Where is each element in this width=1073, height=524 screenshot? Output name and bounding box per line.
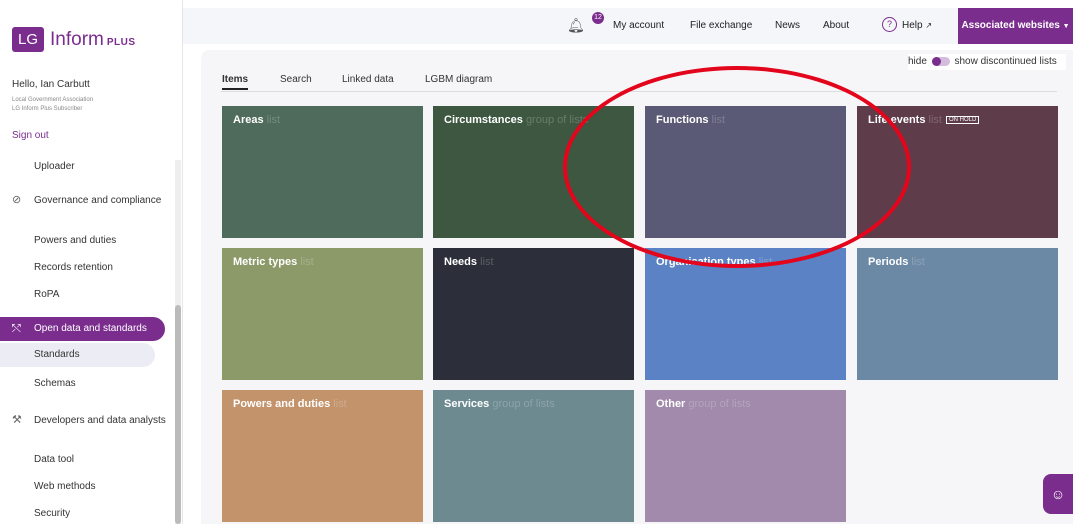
sidebar-item-schemas[interactable]: Schemas xyxy=(0,377,170,390)
about-link[interactable]: About xyxy=(823,20,849,31)
sidebar-scroll-thumb[interactable] xyxy=(175,305,181,524)
tile-services[interactable]: Services group of lists xyxy=(433,390,634,522)
tile-subtitle: list xyxy=(266,114,281,126)
sidebar: LG Inform PLUS Hello, Ian Carbutt Local G… xyxy=(0,0,183,524)
tab-search[interactable]: Search xyxy=(280,74,312,85)
toggle-switch[interactable] xyxy=(931,56,950,66)
tile-needs[interactable]: Needs list xyxy=(433,248,634,380)
tile-title-text: Periods xyxy=(868,256,909,268)
sidebar-item-records-retention[interactable]: Records retention xyxy=(0,261,170,274)
help-icon[interactable]: ? xyxy=(882,17,897,32)
tile-title: Circumstances group of lists xyxy=(444,114,588,126)
subscription: LG Inform Plus Subscriber xyxy=(12,106,83,112)
my-account-link[interactable]: My account xyxy=(613,20,664,31)
sign-out-link[interactable]: Sign out xyxy=(12,130,49,141)
file-exchange-link[interactable]: File exchange xyxy=(690,20,752,31)
notification-badge: 12 xyxy=(592,12,604,24)
red-annotation-ellipse xyxy=(563,66,911,268)
sidebar-item-security[interactable]: Security xyxy=(0,507,170,520)
tile-title-text: Services xyxy=(444,398,490,410)
sidebar-item-label: Uploader xyxy=(34,161,75,172)
tile-subtitle: list xyxy=(300,256,314,268)
check-circle-icon: ⊘ xyxy=(12,194,22,206)
help-label: Help xyxy=(902,20,923,31)
tile-title: Needs list xyxy=(444,256,494,268)
tile-title: Periods list xyxy=(868,256,925,268)
logo[interactable]: LG Inform PLUS xyxy=(12,27,136,52)
on-hold-badge: ON HOLD xyxy=(945,116,980,124)
tile-title-text: Areas xyxy=(233,114,264,126)
logo-plus: PLUS xyxy=(106,36,136,48)
tile-powers-and-duties[interactable]: Powers and duties list xyxy=(222,390,423,522)
logo-text: Inform PLUS xyxy=(50,29,136,51)
sidebar-item-governance[interactable]: ⊘ Governance and compliance xyxy=(0,194,170,207)
sidebar-item-label: Standards xyxy=(34,349,80,360)
tile-title: Services group of lists xyxy=(444,398,555,410)
sidebar-item-powers-and-duties[interactable]: Powers and duties xyxy=(0,234,170,247)
sidebar-item-label: Security xyxy=(34,508,71,519)
user-org: Local Government Association LG Inform P… xyxy=(12,96,93,114)
org-name: Local Government Association xyxy=(12,97,94,103)
tile-metric-types[interactable]: Metric types list xyxy=(222,248,423,380)
associated-websites-button[interactable]: Associated websites ▼ xyxy=(958,8,1073,44)
tile-title: Metric types list xyxy=(233,256,314,268)
sidebar-item-uploader[interactable]: Uploader xyxy=(0,160,170,173)
sidebar-item-label: Powers and duties xyxy=(34,235,117,246)
chat-button[interactable]: ☺ xyxy=(1043,474,1073,514)
tile-title-text: Powers and duties xyxy=(233,398,331,410)
tab-lgbm-diagram[interactable]: LGBM diagram xyxy=(425,74,492,85)
tile-title: Other group of lists xyxy=(656,398,751,410)
tile-subtitle: list xyxy=(911,256,925,268)
logo-box: LG xyxy=(12,27,45,52)
sidebar-item-label: Schemas xyxy=(34,378,76,389)
greeting: Hello, Ian Carbutt xyxy=(12,79,90,90)
sidebar-item-ropa[interactable]: RoPA xyxy=(0,288,170,301)
tile-subtitle: group of lists xyxy=(492,398,555,410)
tile-title: Areas list xyxy=(233,114,280,126)
tile-subtitle: group of lists xyxy=(688,398,751,410)
sidebar-item-label: Governance and compliance xyxy=(34,195,162,206)
tile-other[interactable]: Other group of lists xyxy=(645,390,846,522)
tile-subtitle: list xyxy=(480,256,494,268)
tile-subtitle: list xyxy=(928,114,942,126)
sidebar-item-developers[interactable]: ⚒ Developers and data analysts xyxy=(0,414,170,427)
sidebar-item-label: Records retention xyxy=(34,262,113,273)
chevron-down-icon: ▼ xyxy=(1062,23,1070,30)
tile-title-text: Metric types xyxy=(233,256,298,268)
associated-websites-label: Associated websites xyxy=(961,20,1060,31)
tile-title-text: Circumstances xyxy=(444,114,523,126)
discontinued-toggle[interactable]: hide show discontinued lists xyxy=(908,54,1066,70)
sidebar-item-label: Data tool xyxy=(34,454,75,465)
tile-title-text: Other xyxy=(656,398,686,410)
tile-title: Powers and duties list xyxy=(233,398,347,410)
tile-title-text: Needs xyxy=(444,256,478,268)
sidebar-item-label: RoPA xyxy=(34,289,60,300)
show-discontinued-label: show discontinued lists xyxy=(954,56,1057,67)
tile-periods[interactable]: Periods list xyxy=(857,248,1058,380)
sidebar-item-standards[interactable]: Standards xyxy=(0,343,155,367)
logo-text-main: Inform xyxy=(50,28,104,50)
sidebar-item-label: Web methods xyxy=(34,481,96,492)
tile-subtitle: list xyxy=(333,398,347,410)
tools-icon: ⚒ xyxy=(12,414,22,426)
sidebar-item-web-methods[interactable]: Web methods xyxy=(0,480,170,493)
tile-areas[interactable]: Areas list xyxy=(222,106,423,238)
sidebar-item-label: Open data and standards xyxy=(34,323,147,334)
tab-items[interactable]: Items xyxy=(222,74,249,90)
sidebar-item-label: Developers and data analysts xyxy=(34,415,166,426)
tab-linked-data[interactable]: Linked data xyxy=(342,74,394,85)
network-icon: ⤲ xyxy=(12,323,21,335)
chat-icon: ☺ xyxy=(1050,486,1066,502)
news-link[interactable]: News xyxy=(775,20,800,31)
sidebar-item-data-tool[interactable]: Data tool xyxy=(0,453,170,466)
hide-label: hide xyxy=(908,56,927,67)
bell-icon[interactable]: 🔔︎ xyxy=(567,17,585,34)
sidebar-item-open-data[interactable]: ⤲ Open data and standards xyxy=(0,317,165,341)
external-link-icon: ↗ xyxy=(925,21,933,30)
help-link[interactable]: Help ↗ xyxy=(902,20,932,31)
